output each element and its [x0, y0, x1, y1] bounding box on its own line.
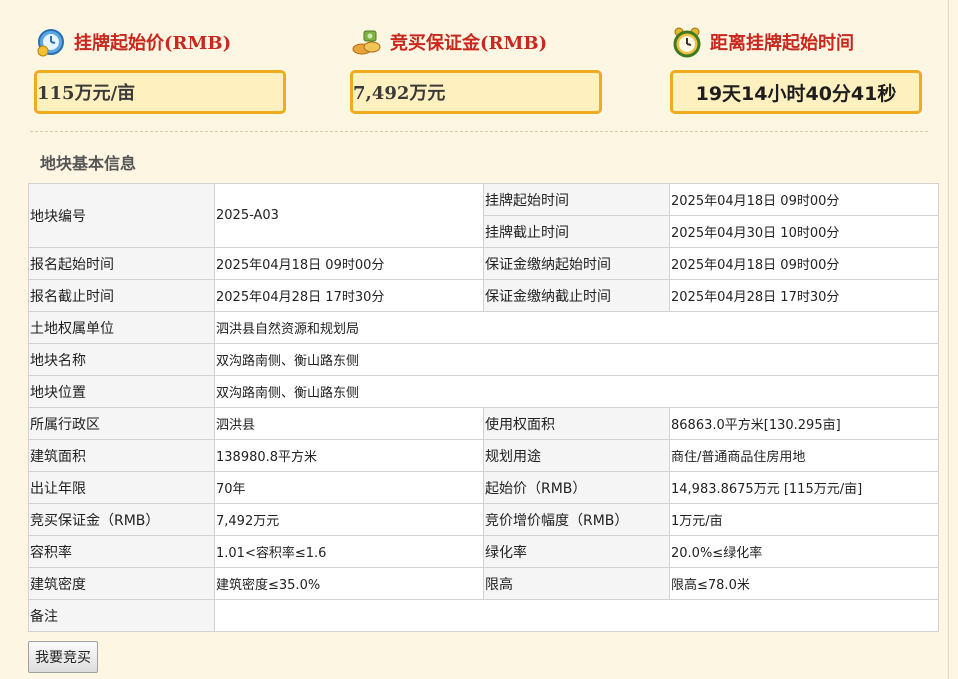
table-key: 所属行政区: [28, 407, 215, 440]
start-price-card: 挂牌起始价(RMB) 115万元/亩: [34, 14, 294, 114]
table-value: 泗洪县: [214, 407, 484, 440]
table-value: 7,492万元: [214, 503, 484, 536]
table-value: 86863.0平方米[130.295亩]: [669, 407, 939, 440]
table-row: 报名起始时间 2025年04月18日 09时00分 保证金缴纳起始时间 2025…: [28, 247, 939, 280]
table-key: 出让年限: [28, 471, 215, 504]
table-row: 竞买保证金（RMB） 7,492万元 竞价增价幅度（RMB） 1万元/亩: [28, 503, 939, 536]
table-key: 建筑密度: [28, 567, 215, 600]
bid-button[interactable]: 我要竞买: [28, 641, 98, 673]
deposit-value: 7,492万元: [350, 70, 602, 114]
table-key: 容积率: [28, 535, 215, 568]
price-summary: 挂牌起始价(RMB) 115万元/亩 竞买保证金(RMB) 7,492万元 距离…: [28, 14, 938, 134]
table-value: 商住/普通商品住房用地: [669, 439, 939, 472]
table-row: 地块位置 双沟路南侧、衡山路东侧: [28, 375, 939, 408]
table-row: 建筑密度 建筑密度≤35.0% 限高 限高≤78.0米: [28, 567, 939, 600]
table-value: 泗洪县自然资源和规划局: [214, 311, 939, 344]
table-row: 备注: [28, 599, 939, 632]
table-row: 地块编号 2025-A03 挂牌起始时间 2025年04月18日 09时00分: [28, 183, 939, 248]
table-value: 建筑密度≤35.0%: [214, 567, 484, 600]
table-key: 地块位置: [28, 375, 215, 408]
money-pile-icon: [350, 25, 384, 59]
alarm-clock-icon: [670, 25, 704, 59]
section-title: 地块基本信息: [40, 154, 137, 173]
start-price-label: 挂牌起始价(RMB): [74, 33, 232, 54]
countdown-card: 距离挂牌起始时间 19天14小时40分41秒: [670, 14, 930, 114]
table-value: 20.0%≤绿化率: [669, 535, 939, 568]
table-row: 出让年限 70年 起始价（RMB） 14,983.8675万元 [115万元/亩…: [28, 471, 939, 504]
table-value: 2025年04月18日 09时00分: [669, 247, 939, 280]
table-row: 地块名称 双沟路南侧、衡山路东侧: [28, 343, 939, 376]
table-value: 2025年04月18日 09时00分: [669, 183, 939, 216]
table-row: 报名截止时间 2025年04月28日 17时30分 保证金缴纳截止时间 2025…: [28, 279, 939, 312]
table-key: 竞价增价幅度（RMB）: [483, 503, 670, 536]
table-row: 容积率 1.01<容积率≤1.6 绿化率 20.0%≤绿化率: [28, 535, 939, 568]
table-value: [214, 599, 939, 632]
table-key: 挂牌截止时间: [483, 215, 670, 248]
table-key: 竞买保证金（RMB）: [28, 503, 215, 536]
table-row: 所属行政区 泗洪县 使用权面积 86863.0平方米[130.295亩]: [28, 407, 939, 440]
table-key: 挂牌起始时间: [483, 183, 670, 216]
land-info-table: 地块编号 2025-A03 挂牌起始时间 2025年04月18日 09时00分 …: [28, 183, 939, 632]
table-key: 地块编号: [28, 183, 215, 248]
table-key: 备注: [28, 599, 215, 632]
table-key: 保证金缴纳起始时间: [483, 247, 670, 280]
start-price-value: 115万元/亩: [34, 70, 286, 114]
table-row: 建筑面积 138980.8平方米 规划用途 商住/普通商品住房用地: [28, 439, 939, 472]
table-value: 2025-A03: [214, 183, 484, 248]
divider: [30, 131, 928, 132]
table-key: 限高: [483, 567, 670, 600]
table-value: 70年: [214, 471, 484, 504]
table-key: 报名起始时间: [28, 247, 215, 280]
page-panel: 挂牌起始价(RMB) 115万元/亩 竞买保证金(RMB) 7,492万元 距离…: [0, 0, 949, 679]
deposit-label: 竞买保证金(RMB): [390, 33, 548, 54]
table-value: 2025年04月18日 09时00分: [214, 247, 484, 280]
table-value: 2025年04月30日 10时00分: [669, 215, 939, 248]
clock-money-icon: [34, 25, 68, 59]
table-key: 保证金缴纳截止时间: [483, 279, 670, 312]
countdown-value: 19天14小时40分41秒: [670, 70, 922, 114]
table-key: 建筑面积: [28, 439, 215, 472]
table-value: 双沟路南侧、衡山路东侧: [214, 375, 939, 408]
table-key: 地块名称: [28, 343, 215, 376]
table-value: 2025年04月28日 17时30分: [214, 279, 484, 312]
table-value: 限高≤78.0米: [669, 567, 939, 600]
table-value: 138980.8平方米: [214, 439, 484, 472]
table-value: 14,983.8675万元 [115万元/亩]: [669, 471, 939, 504]
table-key: 土地权属单位: [28, 311, 215, 344]
deposit-card: 竞买保证金(RMB) 7,492万元: [350, 14, 610, 114]
table-key: 报名截止时间: [28, 279, 215, 312]
table-value: 2025年04月28日 17时30分: [669, 279, 939, 312]
table-key: 使用权面积: [483, 407, 670, 440]
table-row: 土地权属单位 泗洪县自然资源和规划局: [28, 311, 939, 344]
table-key: 起始价（RMB）: [483, 471, 670, 504]
table-key: 规划用途: [483, 439, 670, 472]
table-value: 双沟路南侧、衡山路东侧: [214, 343, 939, 376]
table-value: 1.01<容积率≤1.6: [214, 535, 484, 568]
table-value: 1万元/亩: [669, 503, 939, 536]
countdown-label: 距离挂牌起始时间: [710, 33, 854, 54]
table-key: 绿化率: [483, 535, 670, 568]
